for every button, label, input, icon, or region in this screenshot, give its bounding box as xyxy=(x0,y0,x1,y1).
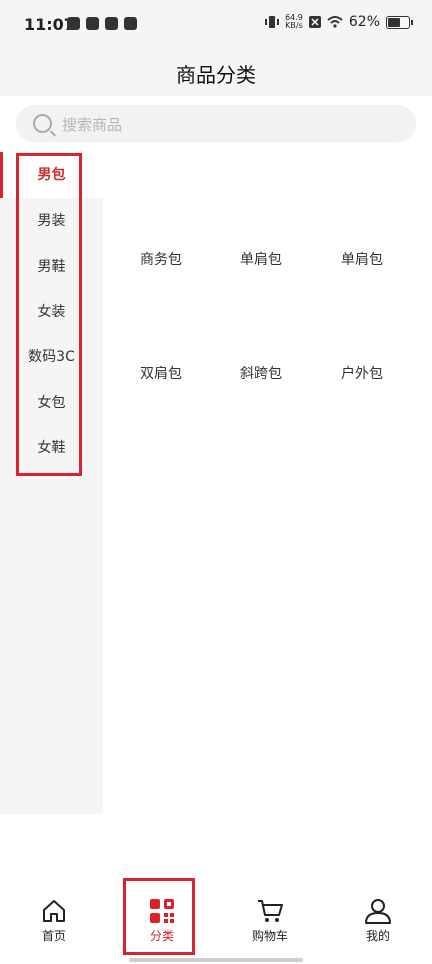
category-icon xyxy=(150,899,174,923)
subcategory-item[interactable]: 单肩包 xyxy=(211,249,311,269)
tab-category[interactable]: 分类 xyxy=(108,885,216,955)
status-bar: 11:07 64.9 KB/s 62% xyxy=(0,0,432,50)
status-right: 64.9 KB/s 62% xyxy=(265,14,413,30)
subcategory-item[interactable]: 斜跨包 xyxy=(211,363,311,383)
subcategory-item[interactable]: 双肩包 xyxy=(111,363,211,383)
notification-icon xyxy=(124,17,137,30)
search-area xyxy=(0,96,432,152)
subcategory-item[interactable]: 户外包 xyxy=(312,363,412,383)
cart-icon xyxy=(258,900,283,922)
sidebar-item-men-bags[interactable]: 男包 xyxy=(0,152,103,198)
tab-label: 分类 xyxy=(149,929,174,943)
tab-cart[interactable]: 购物车 xyxy=(216,885,324,955)
sidebar-item-women-bags[interactable]: 女包 xyxy=(0,380,103,426)
subcategory-item[interactable]: 商务包 xyxy=(111,249,211,269)
tab-label: 我的 xyxy=(365,929,390,943)
notification-icon xyxy=(105,17,118,30)
subcategory-item[interactable]: 单肩包 xyxy=(312,249,412,269)
home-indicator[interactable] xyxy=(129,958,303,962)
sidebar-item-women-clothing[interactable]: 女装 xyxy=(0,289,103,335)
notification-icon xyxy=(86,17,99,30)
tab-label: 购物车 xyxy=(251,929,288,943)
sidebar-item-men-clothing[interactable]: 男装 xyxy=(0,198,103,244)
notification-icons xyxy=(67,17,137,30)
search-bar[interactable] xyxy=(16,105,416,144)
sidebar-item-digital[interactable]: 数码3C xyxy=(0,334,103,380)
vibrate-icon xyxy=(265,16,280,28)
search-icon xyxy=(33,114,52,133)
signal-off-icon xyxy=(308,16,321,28)
battery-icon xyxy=(386,15,413,29)
wifi-icon xyxy=(327,16,343,28)
subcategory-panel: 商务包 单肩包 单肩包 双肩包 斜跨包 户外包 xyxy=(103,152,432,814)
tab-home[interactable]: 首页 xyxy=(0,885,108,955)
user-icon xyxy=(365,899,391,924)
network-speed-unit: KB/s xyxy=(285,21,303,30)
home-icon xyxy=(43,900,65,922)
bottom-tab-bar: 首页 分类 购物车 我的 xyxy=(0,885,432,964)
page-header: 商品分类 xyxy=(0,50,432,96)
page-title: 商品分类 xyxy=(176,63,256,87)
battery-percent: 62% xyxy=(348,14,380,30)
search-input[interactable] xyxy=(60,105,404,144)
notification-icon xyxy=(67,17,80,30)
tab-profile[interactable]: 我的 xyxy=(324,885,432,955)
category-sidebar: 男包 男装 男鞋 女装 数码3C 女包 女鞋 xyxy=(0,152,103,814)
sidebar-item-men-shoes[interactable]: 男鞋 xyxy=(0,244,103,290)
sidebar-item-women-shoes[interactable]: 女鞋 xyxy=(0,425,103,471)
tab-label: 首页 xyxy=(41,929,66,943)
network-speed: 64.9 KB/s xyxy=(285,14,303,30)
